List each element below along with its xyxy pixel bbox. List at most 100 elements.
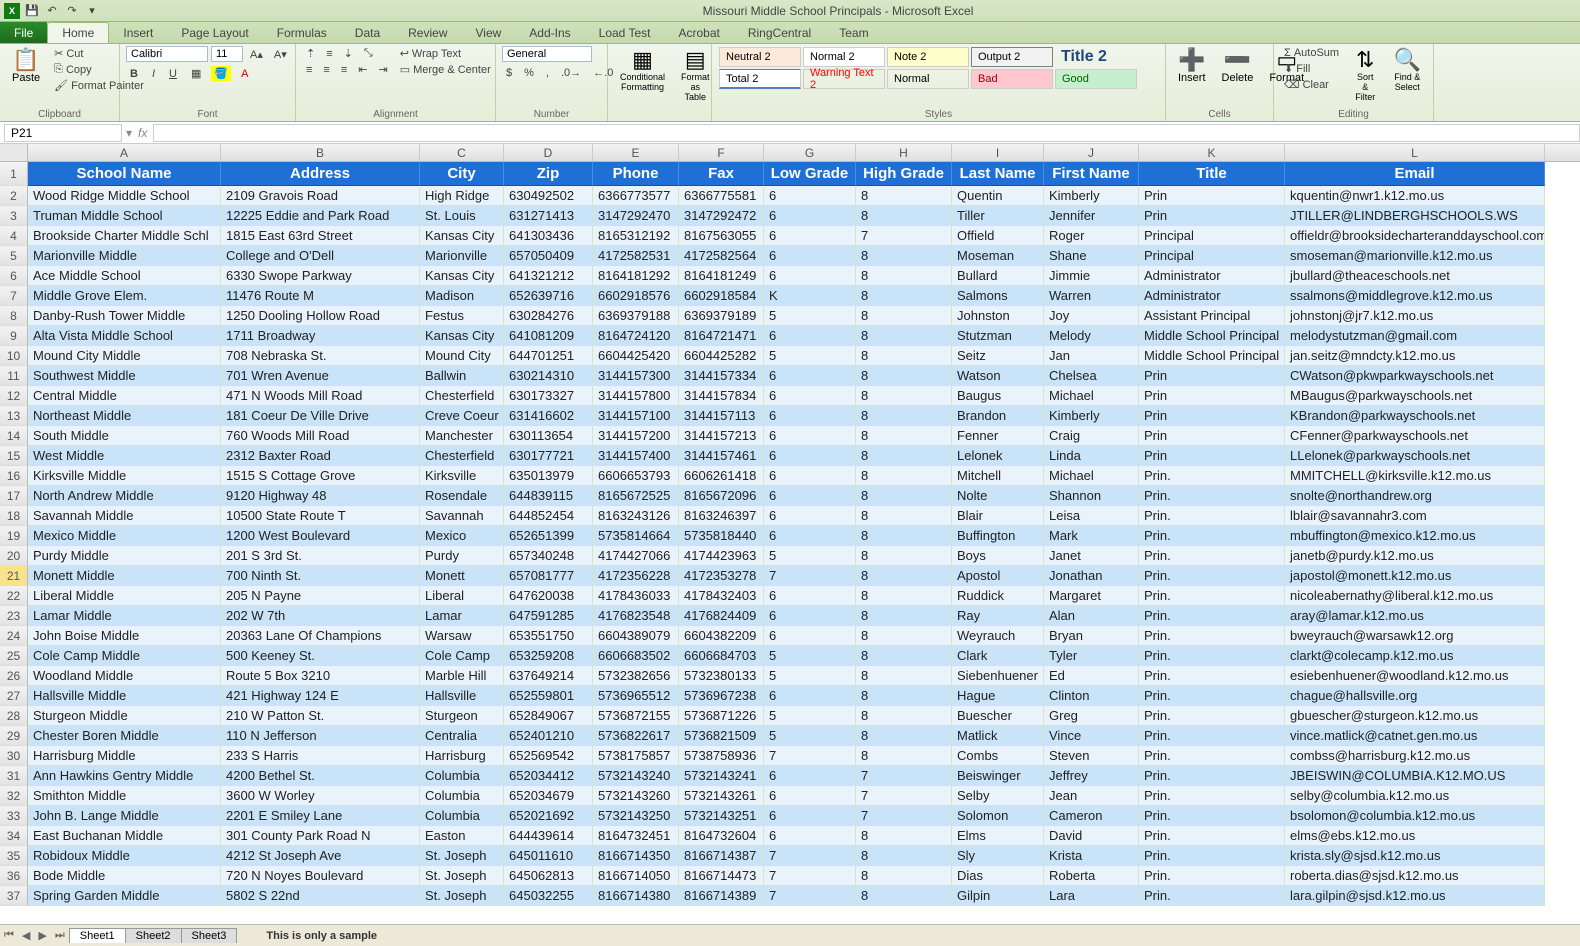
cell[interactable]: 5 [764,306,856,326]
cell[interactable]: Prin. [1139,466,1285,486]
cell[interactable]: 8 [856,426,952,446]
cell[interactable]: 8164724120 [593,326,679,346]
cell[interactable]: Kimberly [1044,186,1139,206]
cell[interactable]: 7 [764,846,856,866]
cell[interactable]: St. Joseph [420,846,504,866]
column-header-I[interactable]: I [952,144,1044,161]
cell[interactable]: Smithton Middle [28,786,221,806]
cell[interactable]: Alta Vista Middle School [28,326,221,346]
cell[interactable]: Middle School Principal [1139,346,1285,366]
row-header[interactable]: 29 [0,726,28,746]
cell[interactable]: 3147292472 [679,206,764,226]
row-header[interactable]: 6 [0,266,28,286]
percent-icon[interactable]: % [520,66,538,80]
cell[interactable]: 708 Nebraska St. [221,346,420,366]
cell[interactable]: Jean [1044,786,1139,806]
cell[interactable]: 5 [764,646,856,666]
indent-dec-icon[interactable]: ⇤ [354,62,371,77]
cell[interactable]: Jennifer [1044,206,1139,226]
row-header[interactable]: 27 [0,686,28,706]
cell[interactable]: Prin. [1139,706,1285,726]
cell[interactable]: Festus [420,306,504,326]
row-header[interactable]: 15 [0,446,28,466]
cell[interactable]: Leisa [1044,506,1139,526]
row-header[interactable]: 4 [0,226,28,246]
cell[interactable]: 8 [856,266,952,286]
cell[interactable]: 1200 West Boulevard [221,526,420,546]
cell[interactable]: 647620038 [504,586,593,606]
cell[interactable]: 644701251 [504,346,593,366]
cell[interactable]: 5 [764,706,856,726]
cell[interactable]: Mexico Middle [28,526,221,546]
cell[interactable]: West Middle [28,446,221,466]
cell[interactable]: Liberal [420,586,504,606]
column-header-G[interactable]: G [764,144,856,161]
cell[interactable]: 6366773577 [593,186,679,206]
cell[interactable]: Liberal Middle [28,586,221,606]
cell[interactable]: 5732143261 [679,786,764,806]
cell[interactable]: 4172353278 [679,566,764,586]
cell[interactable]: Beiswinger [952,766,1044,786]
cell[interactable]: 6604425420 [593,346,679,366]
cell[interactable]: 20363 Lane Of Champions [221,626,420,646]
cell[interactable]: Purdy Middle [28,546,221,566]
cell[interactable]: 653259208 [504,646,593,666]
cell[interactable]: 8167563055 [679,226,764,246]
cell[interactable]: 652034679 [504,786,593,806]
cell[interactable]: 5736871226 [679,706,764,726]
cell[interactable]: 8 [856,606,952,626]
cell[interactable]: Moseman [952,246,1044,266]
cell[interactable]: 6602918584 [679,286,764,306]
cell[interactable]: Assistant Principal [1139,306,1285,326]
inc-decimal-icon[interactable]: .0→ [557,66,585,80]
cell[interactable]: 5732143240 [593,766,679,786]
row-header[interactable]: 5 [0,246,28,266]
cell[interactable]: 644839115 [504,486,593,506]
cell[interactable]: 421 Highway 124 E [221,686,420,706]
cell[interactable]: japostol@monett.k12.mo.us [1285,566,1545,586]
cell[interactable]: Chesterfield [420,386,504,406]
worksheet-grid[interactable]: ABCDEFGHIJKL 1School NameAddressCityZipP… [0,144,1580,924]
cell[interactable]: 210 W Patton St. [221,706,420,726]
table-header-cell[interactable]: Title [1139,162,1285,186]
cell[interactable]: Dias [952,866,1044,886]
cell[interactable]: 700 Ninth St. [221,566,420,586]
row-header[interactable]: 32 [0,786,28,806]
cell[interactable]: 8 [856,646,952,666]
cell[interactable]: 233 S Harris [221,746,420,766]
cell[interactable]: Prin. [1139,686,1285,706]
paste-button[interactable]: 📋 Paste [6,46,46,86]
merge-center-button[interactable]: ▭Merge & Center [396,62,495,77]
cell[interactable]: Gilpin [952,886,1044,906]
row-header[interactable]: 16 [0,466,28,486]
cell[interactable]: johnstonj@jr7.k12.mo.us [1285,306,1545,326]
cell[interactable]: JTILLER@LINDBERGHSCHOOLS.WS [1285,206,1545,226]
cell[interactable]: lblair@savannahr3.com [1285,506,1545,526]
row-header[interactable]: 18 [0,506,28,526]
tab-home[interactable]: Home [47,22,109,43]
cell[interactable]: jbullard@theaceschools.net [1285,266,1545,286]
row-header[interactable]: 33 [0,806,28,826]
cell[interactable]: Fenner [952,426,1044,446]
cell[interactable]: Clinton [1044,686,1139,706]
number-format-select[interactable]: General [502,46,592,62]
cell[interactable]: Truman Middle School [28,206,221,226]
cell[interactable]: 2312 Baxter Road [221,446,420,466]
cell[interactable]: 8166714050 [593,866,679,886]
cell[interactable]: Matlick [952,726,1044,746]
cell[interactable]: 653551750 [504,626,593,646]
cell[interactable]: 5736967238 [679,686,764,706]
cell[interactable]: 8164181249 [679,266,764,286]
cell[interactable]: Elms [952,826,1044,846]
cell[interactable]: Janet [1044,546,1139,566]
cell[interactable]: St. Joseph [420,886,504,906]
cell[interactable]: 8 [856,386,952,406]
cell[interactable]: 3144157834 [679,386,764,406]
cell[interactable]: 4176823548 [593,606,679,626]
cell[interactable]: 6369379188 [593,306,679,326]
cell[interactable]: 6 [764,586,856,606]
column-header-F[interactable]: F [679,144,764,161]
cell[interactable]: Jimmie [1044,266,1139,286]
cell[interactable]: 5802 S 22nd [221,886,420,906]
row-header[interactable]: 3 [0,206,28,226]
